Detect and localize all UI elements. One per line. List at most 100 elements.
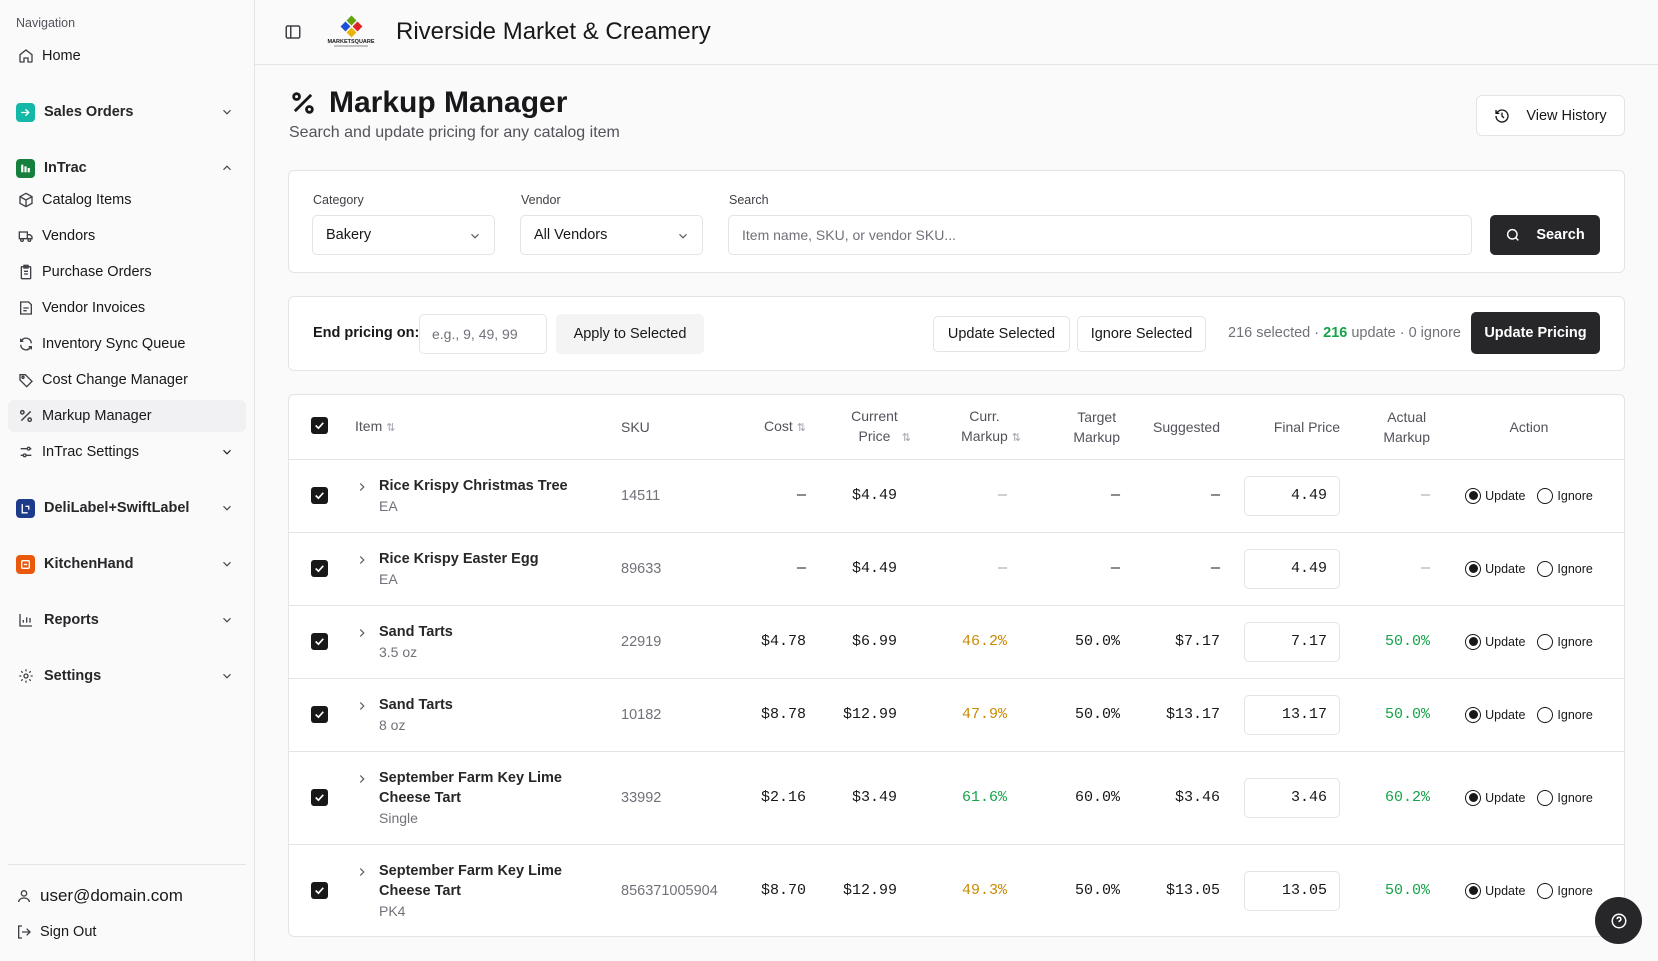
item-actual-markup: — xyxy=(1354,459,1434,533)
item-name: Rice Krispy Easter Egg xyxy=(379,550,539,567)
kitchen-icon xyxy=(16,554,35,574)
update-radio[interactable] xyxy=(1465,487,1482,504)
col-current-price[interactable]: Current Price ⇅ xyxy=(814,395,921,460)
row-checkbox[interactable] xyxy=(310,486,328,504)
chevron-right-icon[interactable] xyxy=(355,772,369,786)
row-checkbox[interactable] xyxy=(310,788,328,806)
ignore-radio-label: Ignore xyxy=(1557,707,1593,722)
final-price-input[interactable]: 13.17 xyxy=(1244,694,1340,735)
sidebar-group-sales-orders[interactable]: Sales Orders xyxy=(8,96,246,128)
sidebar-item-inventory-sync-queue[interactable]: Inventory Sync Queue xyxy=(8,328,246,360)
final-price-input[interactable]: 4.49 xyxy=(1244,475,1340,516)
sidebar-item-cost-change-manager[interactable]: Cost Change Manager xyxy=(8,364,246,396)
row-checkbox[interactable] xyxy=(310,705,328,723)
ignore-radio[interactable] xyxy=(1537,633,1554,650)
update-radio[interactable] xyxy=(1465,882,1482,899)
final-price-input[interactable]: 4.49 xyxy=(1244,548,1340,589)
update-radio-label: Update xyxy=(1485,634,1526,649)
select-all-checkbox[interactable] xyxy=(310,416,328,434)
chevron-right-icon[interactable] xyxy=(355,480,369,494)
page-subtitle: Search and update pricing for any catalo… xyxy=(289,124,620,141)
update-radio[interactable] xyxy=(1465,560,1482,577)
ignore-radio[interactable] xyxy=(1537,706,1554,723)
update-radio[interactable] xyxy=(1465,789,1482,806)
sidebar-item-markup-manager[interactable]: Markup Manager xyxy=(8,400,246,432)
item-target-markup: 50.0% xyxy=(1031,678,1126,752)
update-radio[interactable] xyxy=(1465,633,1482,650)
logout-icon xyxy=(18,925,31,939)
chevron-down-icon xyxy=(679,233,687,239)
row-checkbox[interactable] xyxy=(310,881,328,899)
item-unit: Single xyxy=(379,809,418,826)
item-current-price: $4.49 xyxy=(814,459,921,533)
store-logo: MARKETSQUARE xyxy=(324,15,378,49)
sidebar-group-settings[interactable]: Settings xyxy=(8,660,246,692)
ignore-radio[interactable] xyxy=(1537,487,1554,504)
col-actual-markup: Actual Markup xyxy=(1354,395,1434,460)
user-account[interactable]: user@domain.com xyxy=(16,886,183,906)
view-history-button[interactable]: View History xyxy=(1476,95,1625,136)
sidebar-item-intrac-settings[interactable]: InTrac Settings xyxy=(8,436,246,468)
item-sku: 33992 xyxy=(621,751,721,845)
item-suggested-price: $13.05 xyxy=(1126,844,1226,936)
item-suggested-price: — xyxy=(1126,459,1226,533)
item-cost: — xyxy=(721,459,814,533)
item-curr-markup: 46.2% xyxy=(921,605,1031,679)
col-item[interactable]: Item ⇅ xyxy=(349,395,621,460)
sidebar-toggle-icon[interactable] xyxy=(284,23,302,41)
chevron-down-icon xyxy=(223,561,231,567)
col-target-markup: Target Markup xyxy=(1031,395,1126,460)
sales-orders-icon xyxy=(16,102,35,122)
sidebar-group-kitchenhand[interactable]: KitchenHand xyxy=(8,548,246,580)
category-select[interactable]: Bakery xyxy=(312,215,495,255)
item-current-price: $3.49 xyxy=(814,751,921,845)
row-checkbox[interactable] xyxy=(310,559,328,577)
sidebar-group-label: Reports xyxy=(44,612,99,628)
sidebar-group-label: InTrac xyxy=(44,160,87,176)
table-row: Sand Tarts 8 oz 10182 $8.78 $12.99 47.9%… xyxy=(289,678,1624,752)
final-price-input[interactable]: 7.17 xyxy=(1244,621,1340,662)
update-radio[interactable] xyxy=(1465,706,1482,723)
item-sku: 89633 xyxy=(621,532,721,606)
item-actual-markup: 50.0% xyxy=(1354,605,1434,679)
col-cost[interactable]: Cost ⇅ xyxy=(721,395,814,460)
final-price-input[interactable]: 13.05 xyxy=(1244,870,1340,911)
ignore-selected-button[interactable]: Ignore Selected xyxy=(1077,316,1206,352)
sidebar-item-home[interactable]: Home xyxy=(8,40,246,72)
sidebar-item-purchase-orders[interactable]: Purchase Orders xyxy=(8,256,246,288)
chevron-right-icon[interactable] xyxy=(355,626,369,640)
item-current-price: $6.99 xyxy=(814,605,921,679)
col-curr-markup[interactable]: Curr. Markup ⇅ xyxy=(921,395,1031,460)
item-curr-markup: — xyxy=(921,532,1031,606)
item-cost: $8.70 xyxy=(721,844,814,936)
ignore-radio[interactable] xyxy=(1537,560,1554,577)
chevron-right-icon[interactable] xyxy=(355,699,369,713)
end-pricing-input[interactable] xyxy=(419,314,547,354)
search-input[interactable] xyxy=(728,215,1472,255)
label-printer-icon xyxy=(16,498,35,518)
chevron-right-icon[interactable] xyxy=(355,865,369,879)
ignore-radio-label: Ignore xyxy=(1557,561,1593,576)
item-name: Sand Tarts xyxy=(379,696,453,713)
vendor-select[interactable]: All Vendors xyxy=(520,215,703,255)
final-price-input[interactable]: 3.46 xyxy=(1244,777,1340,818)
help-button[interactable] xyxy=(1595,897,1642,944)
update-pricing-button[interactable]: Update Pricing xyxy=(1471,312,1600,354)
sidebar-group-deli-label[interactable]: DeliLabel+SwiftLabel xyxy=(8,492,246,524)
table-row: September Farm Key Lime Cheese Tart Sing… xyxy=(289,751,1624,845)
ignore-radio[interactable] xyxy=(1537,882,1554,899)
apply-to-selected-button[interactable]: Apply to Selected xyxy=(556,314,704,354)
ignore-radio[interactable] xyxy=(1537,789,1554,806)
chevron-right-icon[interactable] xyxy=(355,553,369,567)
search-button[interactable]: Search xyxy=(1490,215,1600,255)
sidebar-item-vendor-invoices[interactable]: Vendor Invoices xyxy=(8,292,246,324)
row-checkbox[interactable] xyxy=(310,632,328,650)
sidebar-group-intrac[interactable]: InTrac xyxy=(8,152,246,184)
sidebar-group-reports[interactable]: Reports xyxy=(8,604,246,636)
sign-out-button[interactable]: Sign Out xyxy=(16,924,96,940)
home-icon xyxy=(18,48,34,64)
sidebar-item-vendors[interactable]: Vendors xyxy=(8,220,246,252)
sidebar-item-catalog-items[interactable]: Catalog Items xyxy=(8,184,246,216)
update-selected-button[interactable]: Update Selected xyxy=(933,316,1070,352)
item-curr-markup: 61.6% xyxy=(921,751,1031,845)
